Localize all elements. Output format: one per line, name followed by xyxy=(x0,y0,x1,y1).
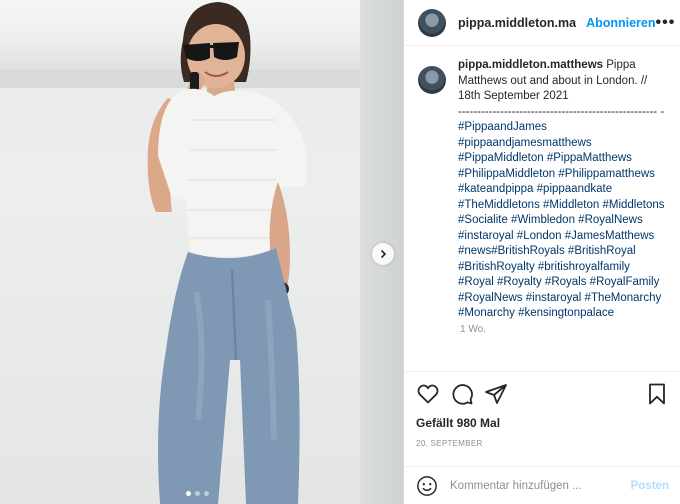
emoji-icon[interactable] xyxy=(416,475,438,497)
chevron-right-icon xyxy=(380,249,387,259)
like-count[interactable]: Gefällt 980 Mal xyxy=(416,416,669,430)
carousel-dot xyxy=(195,491,200,496)
carousel-dot xyxy=(186,491,191,496)
avatar[interactable] xyxy=(418,8,446,37)
caption-hashtags[interactable]: #PippaandJames #pippaandjamesmatthews #P… xyxy=(458,121,664,319)
comment-bar: Posten xyxy=(404,466,680,504)
carousel-dot xyxy=(204,491,209,496)
post-date: 20. SEPTEMBER xyxy=(416,439,483,448)
bookmark-icon[interactable] xyxy=(645,382,669,406)
comment-icon[interactable] xyxy=(450,382,474,406)
more-icon[interactable]: ••• xyxy=(656,14,676,32)
post-actions: Gefällt 980 Mal 20. SEPTEMBER xyxy=(404,371,680,448)
post-comment-button[interactable]: Posten xyxy=(631,480,669,492)
caption-scroll-area[interactable]: pippa.middleton.matthews Pippa Matthews … xyxy=(404,58,680,370)
next-slide-button[interactable] xyxy=(372,243,394,265)
heart-icon[interactable] xyxy=(416,382,440,406)
share-icon[interactable] xyxy=(484,382,508,406)
carousel-indicator xyxy=(186,491,209,496)
caption-avatar[interactable] xyxy=(418,66,446,94)
post-side-panel: pippa.middleton.ma Abonnieren ••• pippa.… xyxy=(403,0,680,504)
follow-button[interactable]: Abonnieren xyxy=(586,16,655,30)
post-header: pippa.middleton.ma Abonnieren ••• xyxy=(404,0,680,46)
comment-input[interactable] xyxy=(450,479,620,492)
post-photo[interactable] xyxy=(0,0,403,504)
header-username[interactable]: pippa.middleton.ma xyxy=(458,16,576,30)
caption-text: pippa.middleton.matthews Pippa Matthews … xyxy=(458,58,668,322)
action-icons xyxy=(416,382,669,406)
caption-timestamp: 1 Wo. xyxy=(460,323,486,335)
woman-figure xyxy=(147,2,306,504)
caption: pippa.middleton.matthews Pippa Matthews … xyxy=(418,58,673,322)
caption-divider: ----------------------------------------… xyxy=(458,105,665,118)
caption-username[interactable]: pippa.middleton.matthews xyxy=(458,59,603,71)
